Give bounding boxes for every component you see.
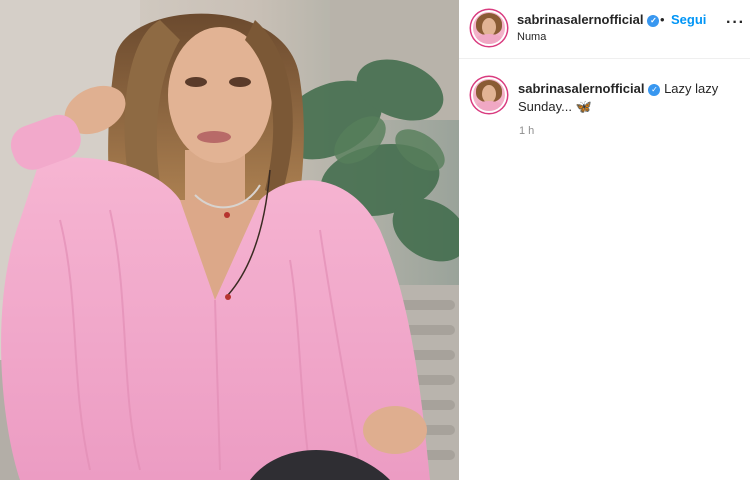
post-timestamp[interactable]: 1 h — [519, 125, 534, 137]
avatar-clothes — [475, 101, 503, 111]
username-link[interactable]: sabrinasalernofficial ✓ — [517, 12, 660, 27]
more-options-icon[interactable]: ··· — [726, 14, 745, 32]
follow-button[interactable]: Segui — [671, 12, 706, 27]
location-link[interactable]: Numa — [517, 31, 546, 43]
post-photo — [0, 0, 459, 480]
separator-dot: • — [660, 12, 665, 27]
avatar-clothes — [475, 34, 503, 44]
avatar[interactable] — [471, 10, 507, 46]
post-side-panel: sabrinasalernofficial ✓ • Segui Numa ··· … — [459, 0, 750, 480]
caption-avatar[interactable] — [471, 77, 507, 113]
verified-badge-icon: ✓ — [648, 84, 661, 96]
username-text: sabrinasalernofficial — [517, 12, 644, 27]
post-image[interactable] — [0, 0, 459, 480]
caption-username[interactable]: sabrinasalernofficial — [518, 81, 644, 96]
verified-badge-icon: ✓ — [647, 15, 660, 27]
post-header: sabrinasalernofficial ✓ • Segui Numa ··· — [459, 0, 750, 59]
post-caption: sabrinasalernofficial ✓ Lazy lazy Sunday.… — [518, 80, 738, 116]
butterfly-emoji-icon: 🦋 — [575, 99, 592, 114]
